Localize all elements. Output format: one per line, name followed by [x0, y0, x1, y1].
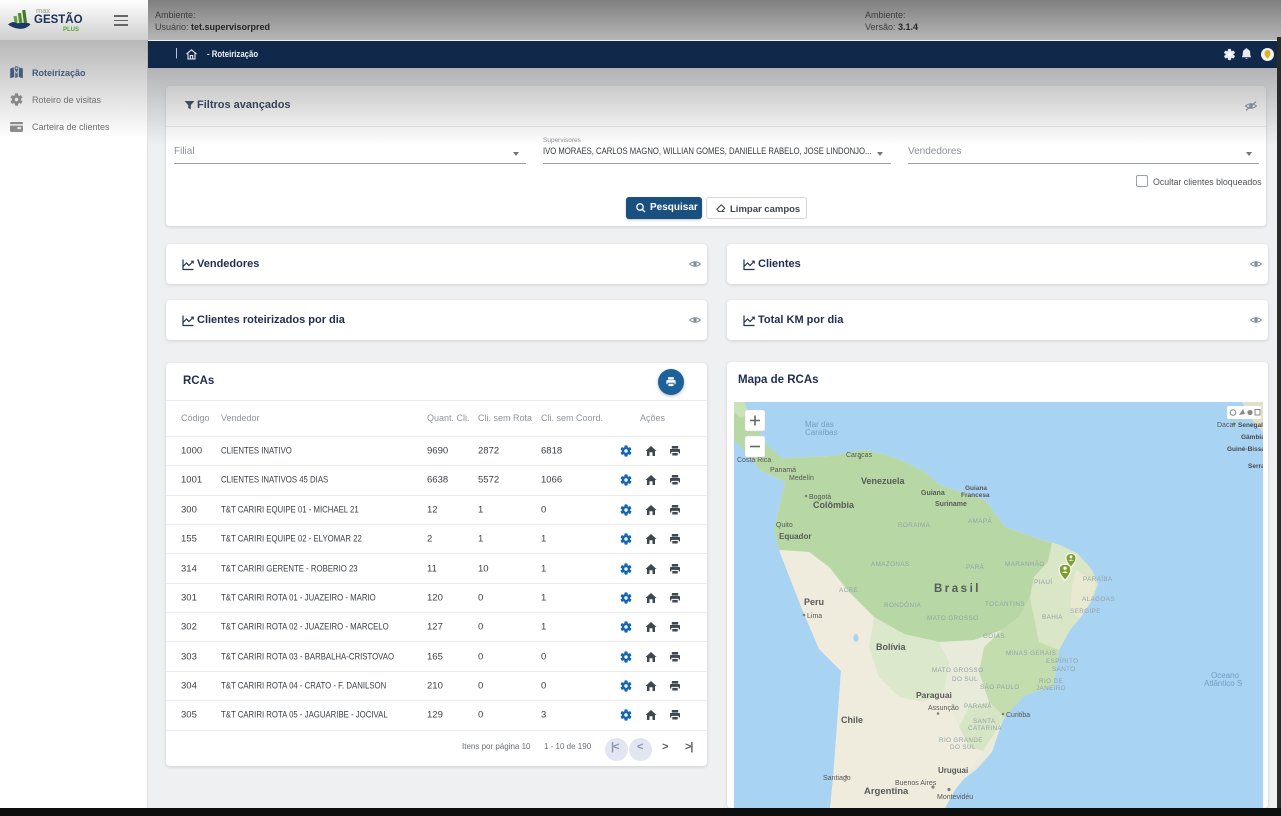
svg-text:Bogotá: Bogotá	[809, 494, 831, 501]
svg-text:MATO GROSSO: MATO GROSSO	[927, 615, 978, 622]
svg-text:Serra L: Serra L	[1248, 463, 1263, 470]
svg-text:AMAPÁ: AMAPÁ	[968, 516, 992, 525]
svg-text:Francesa: Francesa	[961, 492, 990, 499]
svg-text:MARANHÃO: MARANHÃO	[1005, 559, 1045, 568]
svg-text:PARAÍBA: PARAÍBA	[1083, 574, 1113, 583]
svg-text:Bolívia: Bolívia	[876, 642, 907, 652]
svg-text:Assunção: Assunção	[928, 705, 959, 712]
svg-text:Colômbia: Colômbia	[813, 500, 855, 510]
svg-text:SERGIPE: SERGIPE	[1070, 608, 1101, 615]
svg-text:SÃO PAULO: SÃO PAULO	[980, 682, 1020, 691]
svg-text:DO SUL: DO SUL	[950, 744, 976, 751]
svg-text:GOIÁS: GOIÁS	[983, 631, 1005, 640]
svg-text:PARÁ: PARÁ	[966, 562, 985, 571]
svg-text:ALAGOAS: ALAGOAS	[1082, 596, 1115, 603]
svg-text:Dacar: Dacar	[1217, 422, 1236, 429]
svg-text:Montevidéu: Montevidéu	[937, 794, 973, 801]
svg-text:CATARINA: CATARINA	[968, 725, 1003, 732]
svg-text:SANTA: SANTA	[973, 718, 996, 725]
svg-text:Curitiba: Curitiba	[1006, 712, 1030, 719]
svg-text:Chile: Chile	[841, 715, 863, 725]
svg-text:Argentina: Argentina	[864, 786, 909, 797]
svg-text:RIO DE: RIO DE	[1039, 678, 1063, 685]
svg-text:BAHIA: BAHIA	[1042, 614, 1063, 621]
svg-text:Quito: Quito	[776, 522, 793, 529]
svg-text:Lima: Lima	[807, 613, 822, 620]
svg-text:MINAS GERAIS: MINAS GERAIS	[1006, 650, 1056, 657]
svg-text:RIO GRANDE: RIO GRANDE	[939, 737, 983, 744]
svg-text:SANTO: SANTO	[1052, 666, 1076, 673]
svg-text:MATO GROSSO: MATO GROSSO	[932, 667, 983, 674]
svg-text:Senegal: Senegal	[1238, 422, 1263, 429]
svg-text:Guiné-Bissau: Guiné-Bissau	[1227, 446, 1263, 453]
svg-text:ESPÍRITO: ESPÍRITO	[1046, 656, 1078, 665]
svg-text:Buenos Aires: Buenos Aires	[895, 780, 937, 787]
svg-text:RONDÔNIA: RONDÔNIA	[884, 600, 922, 609]
svg-text:Venezuela: Venezuela	[861, 476, 906, 486]
svg-text:Gâmbia: Gâmbia	[1241, 434, 1263, 441]
svg-text:Panamá: Panamá	[770, 467, 796, 474]
svg-text:Peru: Peru	[804, 597, 824, 607]
svg-text:ACRE: ACRE	[839, 587, 858, 594]
svg-text:Atlântico S: Atlântico S	[1204, 679, 1242, 688]
svg-text:AMAZONAS: AMAZONAS	[871, 561, 910, 568]
svg-text:DO SUL: DO SUL	[952, 676, 978, 683]
svg-text:Suriname: Suriname	[935, 501, 967, 508]
svg-text:Guiana: Guiana	[965, 485, 987, 492]
svg-text:Costa Rica: Costa Rica	[737, 457, 771, 464]
svg-text:Medelín: Medelín	[789, 475, 814, 482]
svg-text:PARANÁ: PARANÁ	[964, 701, 992, 710]
svg-text:PIAUÍ: PIAUÍ	[1034, 577, 1052, 586]
svg-text:Caraíbas: Caraíbas	[805, 428, 837, 437]
svg-text:TOCANTINS: TOCANTINS	[985, 601, 1025, 608]
svg-text:Equador: Equador	[779, 532, 811, 541]
svg-text:JANEIRO: JANEIRO	[1036, 685, 1066, 692]
svg-text:Brasil: Brasil	[934, 583, 981, 595]
svg-text:RORAIMA: RORAIMA	[898, 522, 931, 529]
svg-text:Uruguai: Uruguai	[938, 766, 968, 775]
svg-text:Guiana: Guiana	[921, 490, 945, 497]
svg-text:Paraguai: Paraguai	[916, 690, 952, 700]
